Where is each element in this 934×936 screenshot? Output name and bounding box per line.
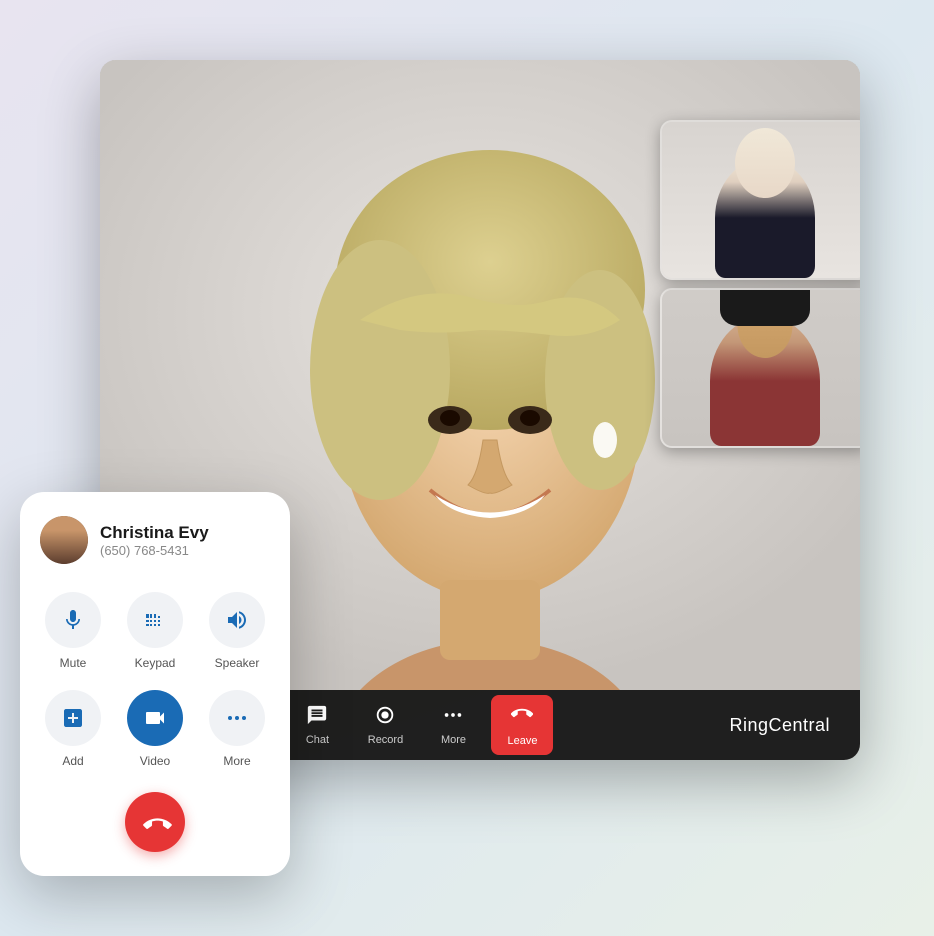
contact-name: Christina Evy [100,523,209,543]
keypad-icon-circle [127,592,183,648]
participant-2-video [662,290,860,446]
leave-label: Leave [507,735,537,747]
add-button[interactable]: Add [40,690,106,768]
thumbnail-participant-1 [660,120,860,280]
more-phone-label: More [223,754,250,768]
participant-2-hair [720,290,810,326]
contact-info: Christina Evy (650) 768-5431 [100,523,209,558]
avatar-image [40,516,88,564]
speaker-button[interactable]: Speaker [204,592,270,670]
record-label: Record [368,734,403,746]
add-icon-circle [45,690,101,746]
chat-button[interactable]: Chat [287,696,347,754]
chat-label: Chat [306,734,329,746]
phone-call-ui: Christina Evy (650) 768-5431 Mute Keypad [20,492,290,876]
more-phone-icon-circle [209,690,265,746]
leave-button[interactable]: Leave [491,695,553,755]
participant-1-video [662,122,860,278]
brand-logo: RingCentral [729,715,830,736]
keypad-button[interactable]: Keypad [122,592,188,670]
thumbnail-container [660,120,860,448]
mute-label: Mute [60,656,87,670]
mute-button[interactable]: Mute [40,592,106,670]
record-icon [374,704,396,730]
add-label: Add [62,754,83,768]
more-button[interactable]: More [423,696,483,754]
speaker-label: Speaker [215,656,260,670]
video-button[interactable]: Video [122,690,188,768]
more-label: More [441,734,466,746]
contact-phone: (650) 768-5431 [100,543,209,558]
end-call-icon [133,800,178,845]
video-icon-circle [127,690,183,746]
thumbnail-participant-2 [660,288,860,448]
action-buttons-grid: Mute Keypad Speaker [40,592,270,768]
avatar [40,516,88,564]
more-phone-button[interactable]: More [204,690,270,768]
record-button[interactable]: Record [355,696,415,754]
leave-icon [511,703,533,731]
more-icon [442,704,464,730]
video-label: Video [140,754,170,768]
speaker-icon-circle [209,592,265,648]
contact-row: Christina Evy (650) 768-5431 [40,516,270,564]
end-call-button[interactable] [125,792,185,852]
chat-icon [306,704,328,730]
keypad-label: Keypad [135,656,176,670]
end-call-container [40,792,270,852]
mute-icon-circle [45,592,101,648]
